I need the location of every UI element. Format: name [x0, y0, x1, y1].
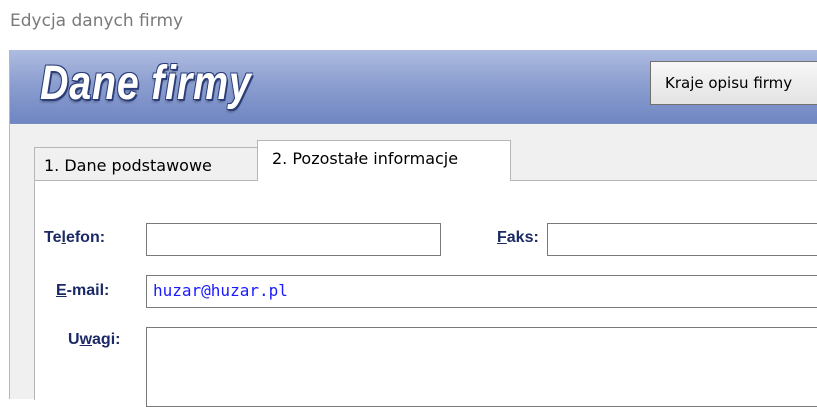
- phone-label: Telefon:: [44, 229, 106, 246]
- tab-basic-data[interactable]: 1. Dane podstawowe: [34, 147, 258, 180]
- fax-label: Faks:: [497, 229, 539, 246]
- phone-input[interactable]: [146, 223, 441, 256]
- countries-description-button[interactable]: Kraje opisu firmy: [650, 61, 817, 105]
- dialog: Dane firmy Kraje opisu firmy 1. Dane pod…: [9, 50, 817, 407]
- notes-label: Uwagi:: [68, 331, 121, 348]
- window-title: Edycja danych firmy: [10, 11, 184, 31]
- header-title: Dane firmy: [40, 57, 252, 110]
- tabstrip: 1. Dane podstawowe 2. Pozostałe informac…: [10, 140, 817, 181]
- header-band: Dane firmy Kraje opisu firmy: [10, 50, 817, 124]
- tab-other-info[interactable]: 2. Pozostałe informacje: [257, 140, 511, 181]
- fax-input[interactable]: [547, 223, 817, 256]
- email-input[interactable]: huzar@huzar.pl: [146, 275, 817, 308]
- tab-panel: Telefon: Faks: E-mail: huzar@huzar.pl Uw…: [34, 180, 817, 407]
- notes-textarea[interactable]: [146, 327, 817, 407]
- email-label: E-mail:: [56, 282, 110, 299]
